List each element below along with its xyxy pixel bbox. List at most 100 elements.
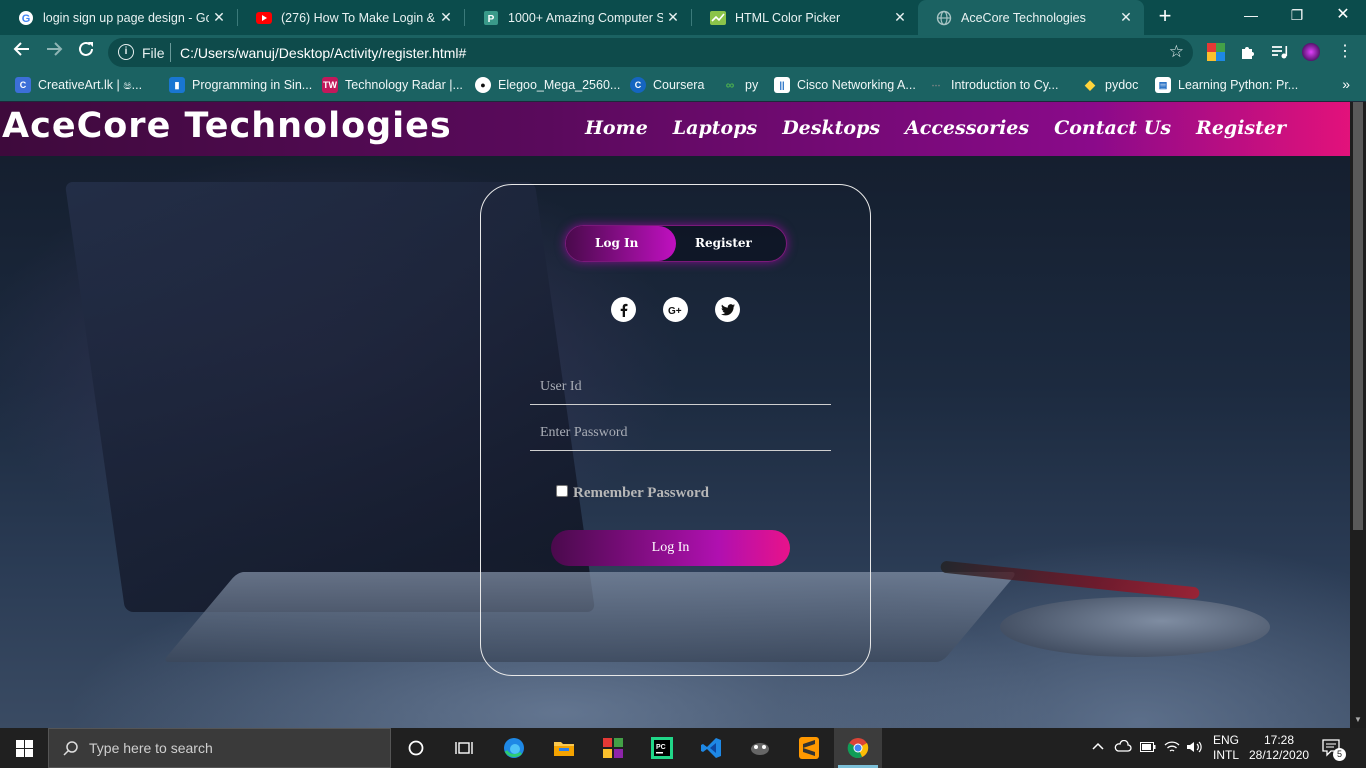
bookmark-item[interactable]: ∞ py	[722, 77, 758, 93]
bookmarks-bar: C CreativeArt.lk | ෂ... ▮ Programming in S…	[0, 70, 1366, 101]
bookmark-item[interactable]: || Cisco Networking A...	[774, 77, 916, 93]
facebook-icon[interactable]	[611, 297, 636, 322]
url-scheme: File	[142, 45, 165, 61]
bookmark-item[interactable]: ▤ Learning Python: Pr...	[1155, 77, 1298, 93]
avatar[interactable]	[1302, 43, 1320, 61]
url-divider	[170, 43, 171, 62]
bookmarks-more-button[interactable]: »	[1342, 76, 1350, 92]
ubuntu-terminal-icon[interactable]	[748, 736, 772, 760]
tab-title: AceCore Technologies	[961, 10, 1086, 25]
language-indicator[interactable]: ENG INTL	[1213, 733, 1239, 768]
bookmark-star-icon[interactable]: ☆	[1169, 42, 1184, 62]
scrollbar-thumb[interactable]	[1353, 102, 1363, 530]
tab-title: 1000+ Amazing Computer Sho	[508, 10, 663, 25]
bookmark-item[interactable]: C Coursera	[630, 77, 704, 93]
task-view-icon[interactable]	[452, 736, 476, 760]
cortana-icon[interactable]	[404, 736, 428, 760]
tab-color-picker[interactable]: HTML Color Picker ✕	[692, 0, 918, 35]
login-card: Log In Register G+ Remember Password Log…	[480, 184, 871, 676]
site-logo[interactable]: AceCore Technologies	[2, 106, 452, 146]
tab-google-search[interactable]: G login sign up page design - Go ✕	[0, 0, 237, 35]
svg-text:G+: G+	[668, 306, 682, 316]
nav-laptops[interactable]: Laptops	[673, 117, 757, 139]
toggle-register-button[interactable]: Register	[695, 236, 752, 250]
edge-icon[interactable]	[502, 736, 526, 760]
minimize-icon[interactable]: —	[1228, 0, 1274, 32]
close-icon[interactable]: ✕	[209, 9, 229, 26]
bookmark-item[interactable]: ● Elegoo_Mega_2560...	[475, 77, 620, 93]
new-tab-button[interactable]: +	[1152, 4, 1178, 30]
tab-acecore[interactable]: AceCore Technologies ✕	[918, 0, 1144, 35]
battery-icon[interactable]	[1140, 741, 1156, 768]
browser-toolbar: i File C:/Users/wanuj/Desktop/Activity/r…	[0, 35, 1366, 70]
info-icon[interactable]: i	[118, 44, 134, 60]
twitter-icon[interactable]	[715, 297, 740, 322]
sublime-text-icon[interactable]	[797, 736, 821, 760]
bookmark-item[interactable]: ⋯ Introduction to Cy...	[928, 77, 1059, 93]
scroll-down-arrow-icon[interactable]: ▼	[1350, 712, 1366, 728]
volume-icon[interactable]	[1186, 740, 1202, 768]
nav-accessories[interactable]: Accessories	[905, 117, 1029, 139]
bookmark-item[interactable]: C CreativeArt.lk | ෂ...	[15, 77, 142, 93]
bookmark-item[interactable]: ▮ Programming in Sin...	[169, 77, 312, 93]
cloud-icon[interactable]	[1114, 739, 1132, 768]
close-icon[interactable]: ✕	[436, 9, 456, 26]
clock[interactable]: 17:28 28/12/2020	[1249, 733, 1309, 768]
nav-register[interactable]: Register	[1196, 117, 1286, 139]
media-control-icon[interactable]	[1270, 43, 1288, 61]
taskbar-search[interactable]: Type here to search	[48, 728, 391, 768]
nav-desktops[interactable]: Desktops	[782, 117, 880, 139]
url-text[interactable]: C:/Users/wanuj/Desktop/Activity/register…	[180, 45, 466, 61]
tab-youtube[interactable]: (276) How To Make Login & Re ✕	[238, 0, 464, 35]
restore-icon[interactable]: ❐	[1274, 0, 1320, 32]
puzzle-icon[interactable]	[1239, 43, 1257, 61]
vscode-icon[interactable]	[699, 736, 723, 760]
pexels-icon: P	[483, 10, 499, 26]
tab-pexels[interactable]: P 1000+ Amazing Computer Sho ✕	[465, 0, 691, 35]
extension-icon[interactable]	[1207, 43, 1225, 61]
remember-checkbox[interactable]	[556, 484, 568, 497]
close-icon[interactable]: ✕	[890, 9, 910, 26]
reload-icon[interactable]	[74, 40, 98, 64]
notifications-icon[interactable]: 5	[1322, 739, 1346, 768]
python-icon: ◆	[1085, 77, 1095, 92]
forward-icon[interactable]	[42, 40, 66, 64]
close-icon[interactable]: ✕	[663, 9, 683, 26]
nav-contact-us[interactable]: Contact Us	[1054, 117, 1171, 139]
cisco-course-icon: ⋯	[931, 79, 941, 90]
pycharm-icon[interactable]: PC	[650, 736, 674, 760]
menu-icon[interactable]: ⋮	[1336, 43, 1354, 61]
password-input[interactable]	[530, 415, 831, 450]
page-scrollbar[interactable]: ▼	[1350, 102, 1366, 728]
color-picker-icon	[710, 10, 726, 26]
svg-text:G: G	[22, 13, 31, 25]
close-icon[interactable]: ✕	[1116, 9, 1136, 26]
userid-input[interactable]	[530, 369, 831, 404]
site-header: AceCore Technologies Home Laptops Deskto…	[0, 102, 1350, 156]
thoughtworks-icon: TW	[322, 77, 338, 93]
office-apps-icon[interactable]	[601, 736, 625, 760]
remember-password: Remember Password	[556, 484, 709, 502]
login-button[interactable]: Log In	[551, 530, 790, 566]
show-hidden-icons[interactable]	[1092, 740, 1104, 768]
clock-time: 17:28	[1263, 733, 1295, 747]
bookmark-item[interactable]: ◆ pydoc	[1082, 77, 1138, 93]
notification-count: 5	[1333, 748, 1346, 761]
address-bar[interactable]: i File C:/Users/wanuj/Desktop/Activity/r…	[108, 38, 1193, 67]
chrome-icon[interactable]	[846, 736, 870, 760]
windows-taskbar: Type here to search PC ENG INTL 17:28 28…	[0, 728, 1366, 768]
learning-python-icon: ▤	[1155, 77, 1171, 93]
back-icon[interactable]	[10, 40, 34, 64]
windows-start-icon[interactable]	[0, 728, 48, 768]
wifi-icon[interactable]	[1164, 740, 1180, 768]
search-icon	[63, 741, 78, 756]
file-explorer-icon[interactable]	[552, 736, 576, 760]
nav-home[interactable]: Home	[585, 117, 648, 139]
taskbar-search-placeholder: Type here to search	[89, 740, 213, 756]
toggle-login-button[interactable]: Log In	[595, 236, 638, 250]
bookmark-item[interactable]: TW Technology Radar |...	[322, 77, 463, 93]
google-icon: G	[18, 10, 34, 26]
tab-title: (276) How To Make Login & Re	[281, 10, 436, 25]
window-close-icon[interactable]: ✕	[1320, 0, 1366, 32]
google-plus-icon[interactable]: G+	[663, 297, 688, 322]
